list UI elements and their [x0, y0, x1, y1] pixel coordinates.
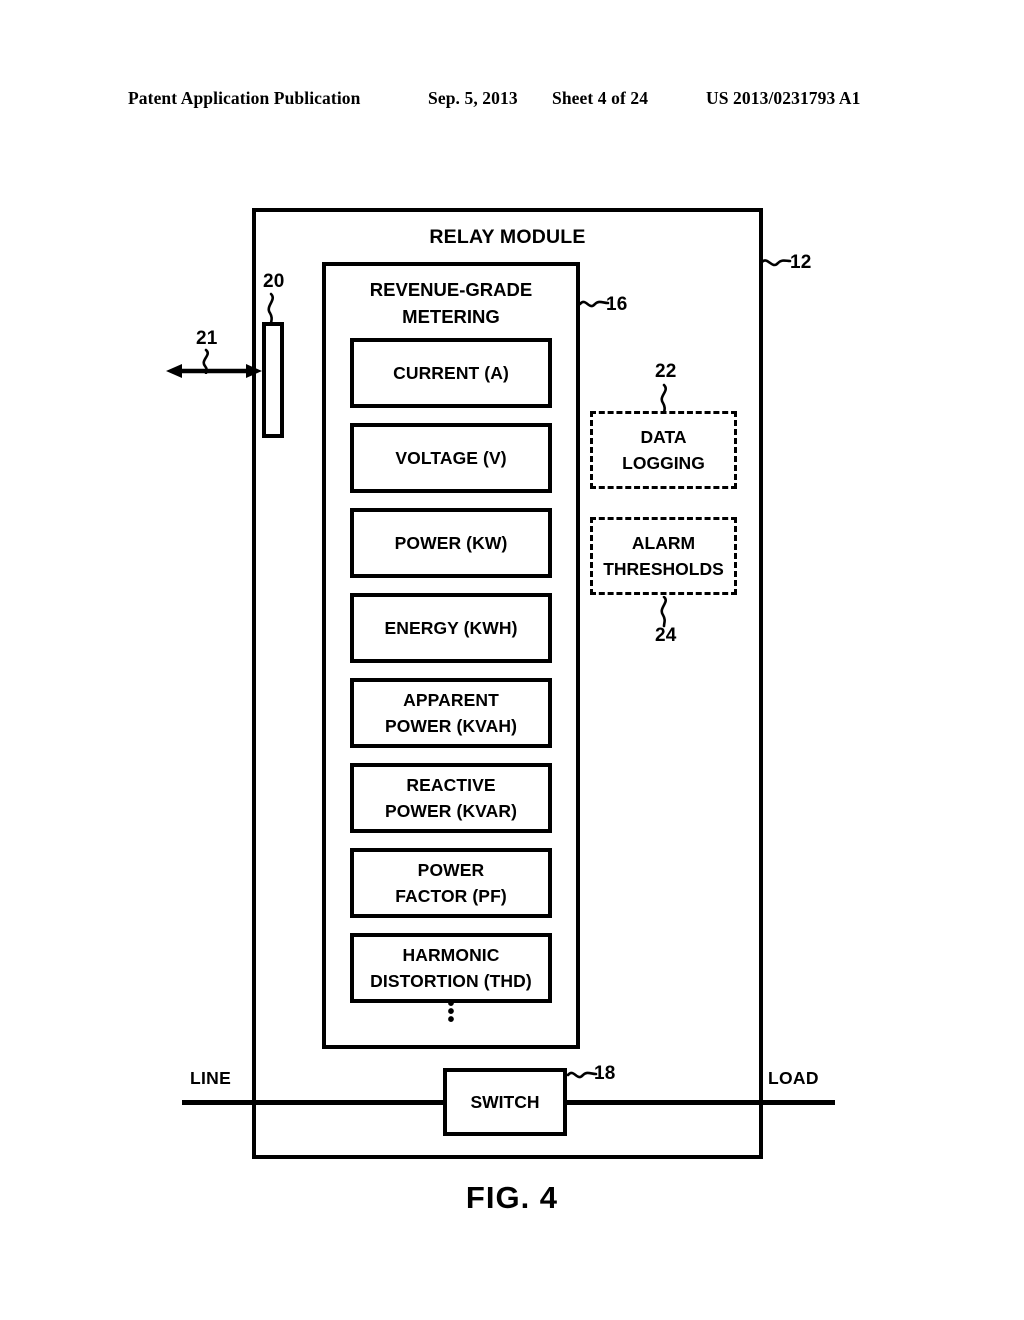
line-terminal-label: LINE — [190, 1068, 232, 1088]
metering-parameter-box: CURRENT (A) — [350, 338, 552, 408]
metering-parameter-label: APPARENT POWER (KVAH) — [384, 690, 518, 736]
data-logging-box: DATA LOGGING — [590, 411, 737, 489]
metering-parameter-label: REACTIVE POWER (KVAR) — [384, 775, 518, 821]
metering-title-line-2: METERING — [402, 306, 500, 327]
alarm-thresholds-label: ALARM THRESHOLDS — [603, 533, 724, 579]
metering-parameter-label: POWER (KW) — [394, 533, 508, 553]
metering-parameter-box: VOLTAGE (V) — [350, 423, 552, 493]
load-terminal-label: LOAD — [768, 1068, 819, 1088]
load-side-conductor — [565, 1100, 835, 1105]
reference-numeral-21: 21 — [196, 328, 218, 349]
metering-parameter-label: ENERGY (KWH) — [384, 618, 518, 638]
reference-numeral-24: 24 — [655, 625, 677, 646]
metering-parameter-box: POWER (KW) — [350, 508, 552, 578]
switch-box: SWITCH — [443, 1068, 567, 1136]
alarm-thresholds-box: ALARM THRESHOLDS — [590, 517, 737, 595]
metering-parameter-label: POWER FACTOR (PF) — [395, 860, 507, 906]
reference-numeral-22: 22 — [655, 361, 677, 382]
metering-parameter-box: POWER FACTOR (PF) — [350, 848, 552, 918]
metering-title-line-1: REVENUE-GRADE — [369, 279, 533, 300]
metering-ellipsis: • • • — [350, 994, 552, 1031]
metering-parameter-box: REACTIVE POWER (KVAR) — [350, 763, 552, 833]
line-side-conductor — [182, 1100, 444, 1105]
metering-parameter-box: ENERGY (KWH) — [350, 593, 552, 663]
revenue-grade-metering-title: REVENUE-GRADE METERING — [322, 276, 580, 330]
metering-parameter-label: CURRENT (A) — [393, 363, 509, 383]
metering-parameter-box: APPARENT POWER (KVAH) — [350, 678, 552, 748]
data-logging-label: DATA LOGGING — [622, 427, 705, 473]
metering-parameter-label: HARMONIC DISTORTION (THD) — [370, 945, 532, 991]
ellipsis-dot-3: • — [447, 1009, 455, 1031]
relay-module-title: RELAY MODULE — [429, 226, 586, 248]
leader-line-12 — [760, 259, 792, 267]
reference-numeral-18: 18 — [594, 1063, 616, 1084]
reference-numeral-16: 16 — [606, 294, 628, 315]
reference-numeral-12: 12 — [790, 252, 812, 273]
reference-numeral-20: 20 — [263, 271, 285, 292]
switch-label: SWITCH — [470, 1091, 540, 1112]
figure-4-diagram: RELAY MODULE 12 20 21 REVENUE-GRADE METE… — [0, 0, 1024, 1320]
communication-port-block — [262, 322, 284, 438]
figure-caption: FIG. 4 — [465, 1180, 559, 1215]
metering-parameter-label: VOLTAGE (V) — [395, 448, 507, 468]
communication-arrow — [166, 364, 262, 378]
